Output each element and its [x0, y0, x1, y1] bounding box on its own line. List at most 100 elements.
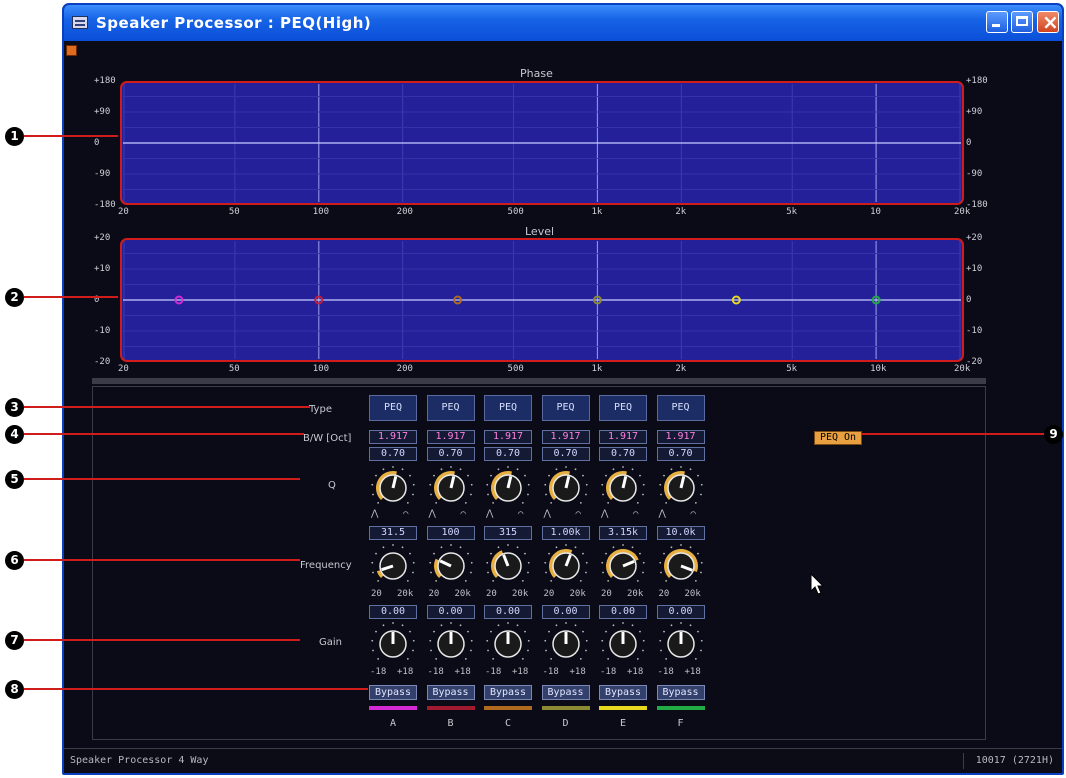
gain-value-a[interactable]: 0.00: [369, 605, 417, 619]
type-button-d[interactable]: PEQ: [541, 395, 590, 421]
bypass-button-b[interactable]: Bypass: [426, 685, 475, 700]
bw-value-b[interactable]: 1.917: [426, 430, 475, 444]
q-value-c[interactable]: 0.70: [484, 447, 532, 461]
freq-value-f[interactable]: 10.0k: [656, 526, 705, 540]
title-bar[interactable]: Speaker Processor : PEQ(High): [64, 5, 1062, 41]
phase-graph-title: Phase: [520, 67, 553, 80]
gain-max-label: +18: [454, 667, 471, 677]
q-knob-a[interactable]: [370, 465, 416, 511]
gain-min-label: -18: [427, 667, 444, 677]
q-knob-f[interactable]: [658, 465, 704, 511]
level-graph[interactable]: [120, 238, 964, 362]
callout-2: 2: [5, 288, 24, 307]
q-value-b[interactable]: 0.70: [426, 447, 475, 461]
gain-value-c[interactable]: 0.00: [484, 605, 532, 619]
gain-value-d[interactable]: 0.00: [541, 605, 590, 619]
gain-knob-b[interactable]: [428, 621, 474, 667]
gain-value-e[interactable]: 0.00: [599, 605, 647, 619]
type-button-e[interactable]: PEQ: [599, 395, 647, 421]
gain-knob-a[interactable]: [370, 621, 416, 667]
level-x-tick: 200: [396, 364, 413, 374]
gain-knob-c[interactable]: [485, 621, 531, 667]
bypass-button-a[interactable]: Bypass: [369, 685, 417, 700]
mouse-cursor-icon: [810, 573, 825, 595]
gain-value-f[interactable]: 0.00: [656, 605, 705, 619]
phase-y-tick-right: +90: [966, 107, 983, 117]
q-knob-e[interactable]: [600, 465, 646, 511]
type-button-f[interactable]: PEQ: [656, 395, 705, 421]
q-value-e[interactable]: 0.70: [599, 447, 647, 461]
close-button[interactable]: [1037, 10, 1059, 34]
level-y-tick-right: -10: [966, 326, 983, 336]
speaker-processor-window: Speaker Processor : PEQ(High) Phase +18 0…: [62, 3, 1064, 775]
callout-8: 8: [5, 680, 24, 699]
freq-knob-a[interactable]: [370, 543, 416, 589]
phase-x-tick: 10: [870, 207, 881, 217]
status-bar: Speaker Processor 4 Way 10017 (2721H): [64, 748, 1062, 773]
freq-max-label: 20k: [397, 589, 414, 599]
q-knob-c[interactable]: [485, 465, 531, 511]
freq-value-c[interactable]: 315: [484, 526, 532, 540]
q-min-symbol: ⋀: [601, 509, 609, 519]
bw-value-e[interactable]: 1.917: [599, 430, 647, 444]
band-label-c: C: [504, 718, 512, 729]
freq-knob-e[interactable]: [600, 543, 646, 589]
callout-line-1: [24, 135, 118, 137]
level-x-tick: 1k: [591, 364, 603, 374]
q-knob-b[interactable]: [428, 465, 474, 511]
freq-min-label: 20: [601, 589, 612, 599]
level-y-tick-right: 0: [966, 295, 972, 305]
q-value-d[interactable]: 0.70: [541, 447, 590, 461]
q-max-symbol: ⌒: [690, 509, 696, 519]
freq-knob-f[interactable]: [658, 543, 704, 589]
gain-knob-e[interactable]: [600, 621, 646, 667]
gain-knob-d[interactable]: [543, 621, 589, 667]
phase-y-tick-right: 0: [966, 138, 972, 148]
bypass-button-e[interactable]: Bypass: [599, 685, 647, 700]
freq-min-label: 20: [543, 589, 555, 599]
bypass-button-d[interactable]: Bypass: [541, 685, 590, 700]
level-y-tick-left: +20: [94, 233, 111, 243]
maximize-button[interactable]: [1011, 11, 1033, 33]
bw-value-c[interactable]: 1.917: [484, 430, 532, 444]
freq-max-label: 20k: [627, 589, 644, 599]
bypass-button-c[interactable]: Bypass: [484, 685, 532, 700]
freq-knob-c[interactable]: [485, 543, 531, 589]
phase-y-tick-left: -180: [94, 200, 116, 210]
frequency-label: Frequency: [300, 560, 352, 571]
callout-4: 4: [5, 425, 24, 444]
freq-value-a[interactable]: 31.5: [369, 526, 417, 540]
freq-min-label: 20: [371, 589, 382, 599]
peq-on-button[interactable]: PEQ On: [814, 431, 862, 445]
gain-min-label: -18: [657, 667, 674, 677]
q-knob-d[interactable]: [543, 465, 589, 511]
callout-line-2: [24, 296, 118, 298]
freq-value-d[interactable]: 1.00k: [541, 526, 590, 540]
gain-value-b[interactable]: 0.00: [426, 605, 475, 619]
bw-value-f[interactable]: 1.917: [656, 430, 705, 444]
gain-max-label: +18: [684, 667, 701, 677]
freq-min-label: 20: [486, 589, 497, 599]
band-label-b: B: [447, 718, 454, 729]
freq-knob-b[interactable]: [428, 543, 474, 589]
bw-value-d[interactable]: 1.917: [541, 430, 590, 444]
type-button-c[interactable]: PEQ: [484, 395, 532, 421]
gain-knob-f[interactable]: [658, 621, 704, 667]
freq-knob-d[interactable]: [543, 543, 589, 589]
type-button-a[interactable]: PEQ: [369, 395, 417, 421]
minimize-button[interactable]: [986, 11, 1008, 33]
level-x-tick: 50: [228, 364, 240, 374]
q-value-a[interactable]: 0.70: [369, 447, 417, 461]
level-y-tick-right: +10: [966, 264, 983, 274]
callout-5: 5: [5, 470, 24, 489]
phase-x-tick: 500: [507, 207, 524, 217]
type-button-b[interactable]: PEQ: [426, 395, 475, 421]
q-max-symbol: ⌒: [575, 509, 581, 519]
level-x-tick: 20: [118, 364, 129, 374]
freq-value-e[interactable]: 3.15k: [599, 526, 647, 540]
library-icon[interactable]: [66, 45, 77, 56]
freq-value-b[interactable]: 100: [426, 526, 475, 540]
bypass-button-f[interactable]: Bypass: [656, 685, 705, 700]
bw-value-a[interactable]: 1.917: [369, 430, 417, 444]
q-value-f[interactable]: 0.70: [656, 447, 705, 461]
